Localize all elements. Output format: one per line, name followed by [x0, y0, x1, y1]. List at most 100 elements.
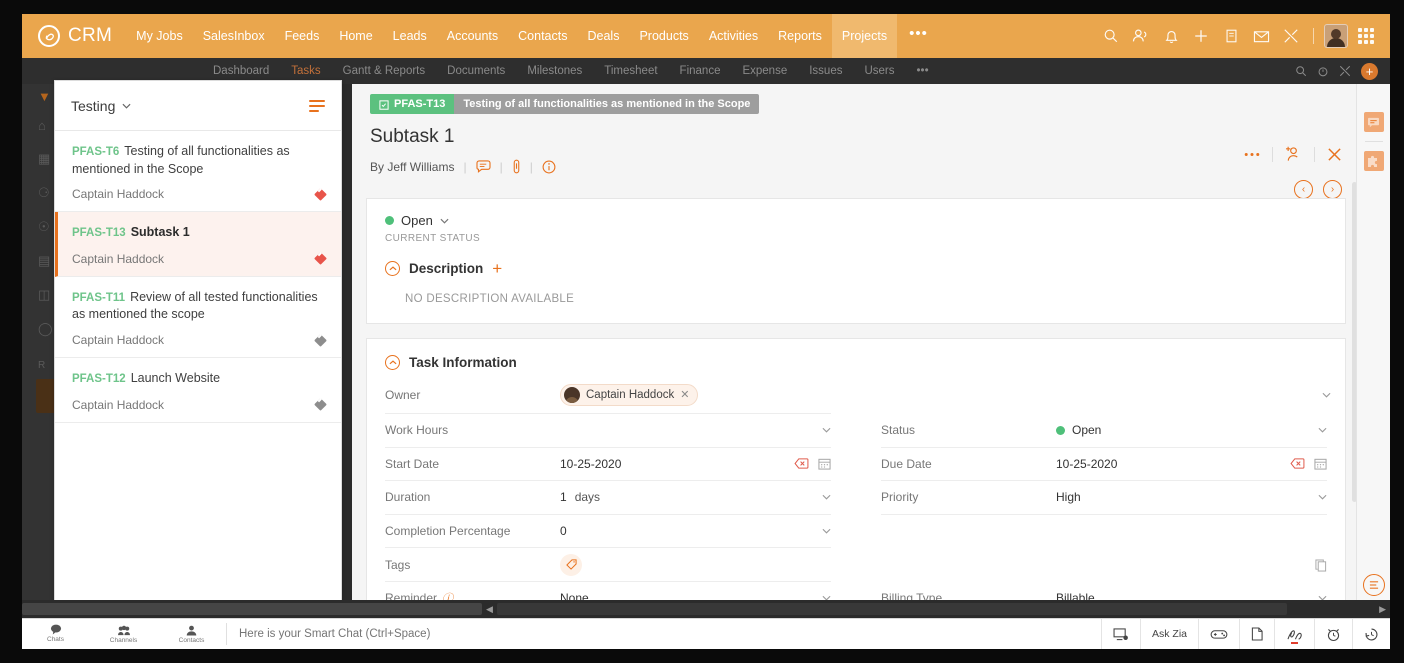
close-icon[interactable] [1327, 147, 1342, 162]
attachment-icon[interactable] [512, 159, 521, 174]
owner-chip[interactable]: Captain Haddock ✕ [560, 383, 699, 406]
notes-icon[interactable] [1217, 22, 1245, 50]
chevron-down-icon[interactable] [822, 427, 831, 433]
chevron-down-icon[interactable] [440, 218, 449, 224]
current-status[interactable]: Open [385, 213, 1327, 228]
chevron-down-icon[interactable] [1318, 427, 1327, 433]
tab-channels[interactable]: Channels [90, 619, 158, 650]
plus-icon[interactable] [1187, 22, 1215, 50]
subnav-users[interactable]: Users [853, 65, 905, 77]
topnav-contacts[interactable]: Contacts [508, 14, 577, 58]
calendar-icon[interactable] [1314, 457, 1327, 470]
task-list-title[interactable]: Testing [71, 98, 115, 114]
field-status[interactable]: Status Open [881, 414, 1327, 448]
scrollbar-thumb[interactable] [22, 603, 482, 615]
remove-owner-icon[interactable]: ✕ [680, 388, 689, 401]
list-item[interactable]: PFAS-T6 Testing of all functionalities as… [55, 131, 341, 213]
collapse-toggle-icon[interactable] [385, 355, 400, 370]
tab-contacts[interactable]: Contacts [158, 619, 226, 650]
tools-icon[interactable] [1339, 65, 1351, 77]
topnav-my-jobs[interactable]: My Jobs [126, 14, 193, 58]
subnav-timesheet[interactable]: Timesheet [593, 65, 668, 77]
horizontal-scrollbar[interactable]: ◀ ▶ [22, 600, 1390, 618]
collapse-toggle-icon[interactable] [385, 261, 400, 276]
tools-icon[interactable] [1277, 22, 1305, 50]
subnav-tasks[interactable]: Tasks [280, 65, 331, 77]
subnav-more-button[interactable]: ••• [906, 65, 940, 77]
field-due-date[interactable]: Due Date 10-25-2020 [881, 448, 1327, 481]
field-owner[interactable]: Owner Captain Haddock ✕ [385, 376, 1331, 414]
subnav-finance[interactable]: Finance [669, 65, 732, 77]
subnav-issues[interactable]: Issues [798, 65, 853, 77]
alarm-clock-icon[interactable] [1314, 618, 1352, 649]
field-work-hours[interactable]: Work Hours [385, 414, 831, 448]
topnav-deals[interactable]: Deals [578, 14, 630, 58]
list-item[interactable]: PFAS-T11 Review of all tested functionali… [55, 277, 341, 359]
field-duration[interactable]: Duration 1 days [385, 481, 831, 515]
copy-icon[interactable] [1315, 558, 1327, 572]
apps-grid-icon[interactable] [1352, 22, 1380, 50]
subnav-documents[interactable]: Documents [436, 65, 516, 77]
scrollbar-track[interactable] [496, 603, 1287, 615]
chevron-down-icon[interactable] [822, 494, 831, 500]
calendar-icon[interactable] [818, 457, 831, 470]
contacts-icon[interactable] [1127, 22, 1155, 50]
field-start-date[interactable]: Start Date 10-25-2020 [385, 448, 831, 481]
topnav-feeds[interactable]: Feeds [275, 14, 330, 58]
search-icon[interactable] [1295, 65, 1307, 77]
topnav-more-button[interactable]: ••• [897, 14, 940, 58]
list-item[interactable]: PFAS-T13 Subtask 1 Captain Haddock [55, 212, 341, 277]
next-task-button[interactable]: › [1323, 180, 1342, 199]
bell-icon[interactable] [1157, 22, 1185, 50]
info-icon[interactable] [542, 160, 556, 174]
tab-chats[interactable]: Chats [22, 619, 90, 649]
more-options-icon[interactable] [1244, 152, 1260, 157]
ask-zia-button[interactable]: Ask Zia [1139, 618, 1198, 649]
field-tags[interactable]: Tags [385, 548, 831, 582]
topnav-leads[interactable]: Leads [383, 14, 437, 58]
screen-share-icon[interactable] [1100, 618, 1140, 649]
search-icon[interactable] [1097, 22, 1125, 50]
topnav-salesinbox[interactable]: SalesInbox [193, 14, 275, 58]
clear-date-icon[interactable] [794, 458, 809, 469]
topnav-activities[interactable]: Activities [699, 14, 768, 58]
field-completion-percentage[interactable]: Completion Percentage 0 [385, 515, 831, 548]
brand[interactable]: CRM [22, 25, 126, 47]
field-priority[interactable]: Priority High [881, 481, 1327, 515]
mail-icon[interactable] [1247, 22, 1275, 50]
timer-icon[interactable] [1317, 65, 1329, 77]
filter-icon[interactable] [309, 99, 325, 112]
chevron-down-icon[interactable] [1318, 494, 1327, 500]
avatar[interactable] [1322, 22, 1350, 50]
topnav-reports[interactable]: Reports [768, 14, 832, 58]
menu-list-icon[interactable] [1362, 574, 1385, 596]
topnav-products[interactable]: Products [629, 14, 698, 58]
chevron-down-icon[interactable] [122, 103, 131, 109]
topnav-projects[interactable]: Projects [831, 14, 898, 58]
comment-icon[interactable] [476, 160, 491, 173]
notes-icon[interactable] [1239, 618, 1274, 649]
draw-pen-icon[interactable] [1274, 618, 1314, 649]
subnav-milestones[interactable]: Milestones [516, 65, 593, 77]
list-item[interactable]: PFAS-T12 Launch Website Captain Haddock [55, 358, 341, 423]
breadcrumb-task-badge[interactable]: PFAS-T13 [370, 94, 455, 114]
scroll-left-icon[interactable]: ◀ [482, 604, 497, 615]
assign-user-icon[interactable] [1285, 146, 1302, 162]
add-description-button[interactable]: + [492, 260, 502, 277]
subnav-expense[interactable]: Expense [731, 65, 798, 77]
add-tag-icon[interactable] [560, 553, 582, 576]
topnav-accounts[interactable]: Accounts [437, 14, 508, 58]
topnav-home[interactable]: Home [329, 14, 382, 58]
chevron-down-icon[interactable] [822, 528, 831, 534]
add-icon[interactable]: + [1361, 62, 1378, 80]
clear-date-icon[interactable] [1290, 458, 1305, 469]
subnav-dashboard[interactable]: Dashboard [202, 65, 280, 77]
breadcrumb-parent[interactable]: Testing of all functionalities as mentio… [454, 94, 760, 114]
history-icon[interactable] [1352, 618, 1390, 649]
subnav-gantt-reports[interactable]: Gantt & Reports [332, 65, 436, 77]
previous-task-button[interactable]: ‹ [1294, 180, 1313, 199]
game-controller-icon[interactable] [1198, 618, 1239, 649]
extensions-icon[interactable] [1363, 151, 1384, 171]
scroll-right-icon[interactable]: ▶ [1375, 604, 1390, 615]
chat-bubble-icon[interactable] [1363, 112, 1384, 132]
